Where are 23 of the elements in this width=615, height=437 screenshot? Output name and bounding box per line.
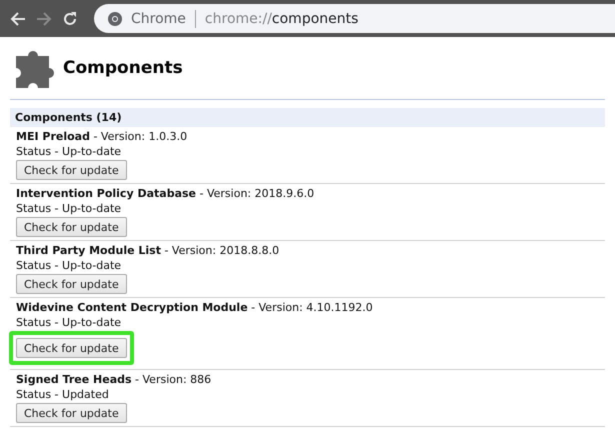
status-text: Status - Updated — [16, 387, 110, 402]
check-update-button[interactable]: Check for update — [16, 274, 127, 294]
back-icon[interactable] — [10, 10, 26, 26]
check-update-button[interactable]: Check for update — [16, 338, 127, 358]
chrome-icon — [108, 12, 122, 26]
url-text: chrome://components — [204, 10, 358, 26]
status-text: Status - Up-to-date — [16, 144, 122, 159]
page-title: Components — [63, 58, 183, 78]
component-title: Signed Tree Heads - Version: 886 — [16, 372, 212, 387]
status-text: Status - Up-to-date — [16, 258, 122, 273]
check-update-button[interactable]: Check for update — [16, 403, 127, 423]
check-update-button[interactable]: Check for update — [16, 217, 127, 237]
component-title: Intervention Policy Database - Version: 2018.9.6.0 — [16, 186, 316, 201]
component-title: MEI Preload - Version: 1.0.3.0 — [16, 129, 188, 144]
check-update-button[interactable]: Check for update — [16, 160, 127, 180]
address-bar[interactable]: Chrome chrome://components — [94, 4, 615, 33]
site-label: Chrome — [131, 10, 186, 26]
component-title: Widevine Content Decryption Module - Version: 4.10.1192.0 — [16, 300, 374, 315]
section-header: Components (14) — [10, 108, 605, 127]
component-title: Third Party Module List - Version: 2018.8.8.0 — [16, 243, 280, 258]
status-text: Status - Up-to-date — [16, 315, 122, 330]
status-text: Status - Up-to-date — [16, 201, 122, 216]
reload-icon[interactable] — [62, 10, 78, 26]
